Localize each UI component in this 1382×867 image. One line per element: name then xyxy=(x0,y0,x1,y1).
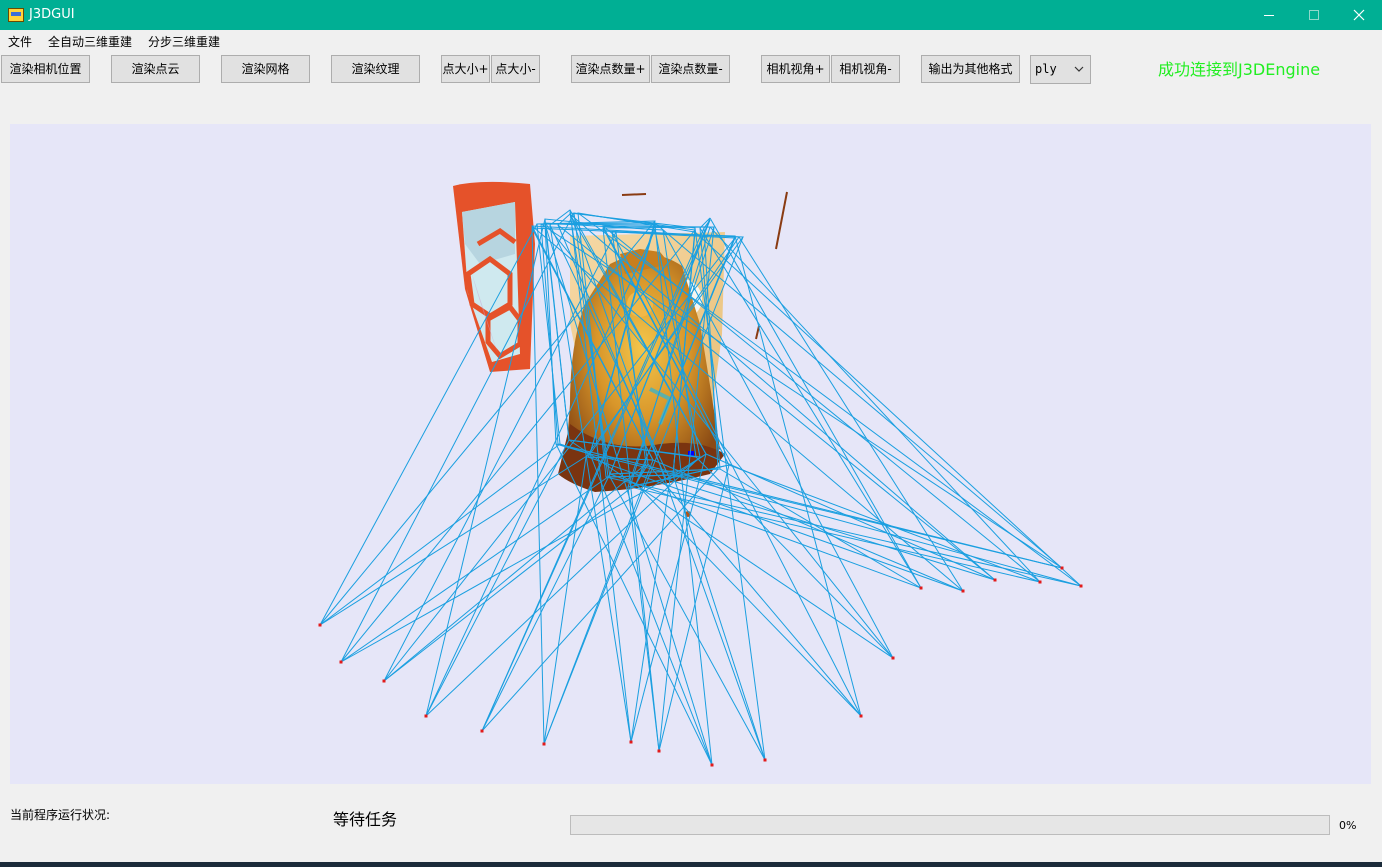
export-button[interactable]: 输出为其他格式 xyxy=(921,55,1020,83)
camera-center-point xyxy=(1038,580,1042,584)
camera-frustums xyxy=(319,209,1082,766)
format-select[interactable]: ply xyxy=(1030,55,1091,84)
frustum-edge xyxy=(557,443,1063,569)
minimize-button[interactable] xyxy=(1246,0,1292,30)
fov-minus-button[interactable]: 相机视角- xyxy=(831,55,900,83)
camera-center-point xyxy=(542,742,546,746)
frustum-edge xyxy=(531,227,545,745)
frustum-edge xyxy=(699,227,922,589)
frustum-edge xyxy=(665,478,996,581)
camera-center-point xyxy=(480,729,484,733)
camera-center-point xyxy=(763,758,767,762)
fov-plus-button[interactable]: 相机视角+ xyxy=(761,55,830,83)
menu-file[interactable]: 文件 xyxy=(8,34,32,50)
point-count-minus-button[interactable]: 渲染点数量- xyxy=(651,55,730,83)
status-value: 等待任务 xyxy=(333,810,398,829)
frustum-edge xyxy=(605,476,1082,587)
frustum-edge xyxy=(340,474,674,663)
progress-text: 0% xyxy=(1339,819,1357,832)
menu-auto-reconstruction[interactable]: 全自动三维重建 xyxy=(48,34,132,50)
render-camera-button[interactable]: 渲染相机位置 xyxy=(1,55,90,83)
frustum-edge xyxy=(587,456,964,592)
frustum-edge xyxy=(543,456,587,745)
chevron-down-icon xyxy=(1074,66,1084,72)
window-frame-mesh xyxy=(453,181,535,372)
camera-center-point xyxy=(339,660,343,664)
frustum-edge xyxy=(383,483,637,682)
menu-bar: 文件 全自动三维重建 分步三维重建 xyxy=(0,30,1382,54)
app-icon xyxy=(8,8,24,22)
frustum-edge xyxy=(728,464,1041,583)
camera-center-point xyxy=(859,714,863,718)
frustum-edge xyxy=(425,456,701,717)
window-title: J3DGUI xyxy=(29,7,75,22)
close-icon xyxy=(1353,9,1365,21)
render-pointcloud-button[interactable]: 渲染点云 xyxy=(111,55,200,83)
close-button[interactable] xyxy=(1336,0,1382,30)
frustum-edge xyxy=(555,443,713,766)
frustum-edge xyxy=(635,483,862,717)
camera-center-point xyxy=(657,749,661,753)
camera-center-point xyxy=(382,679,386,683)
status-label: 当前程序运行状况: xyxy=(10,808,111,822)
camera-center-point xyxy=(919,586,923,590)
format-select-value: ply xyxy=(1035,62,1057,76)
camera-center-point xyxy=(318,623,322,627)
title-bar: J3DGUI xyxy=(0,0,1382,30)
menu-step-reconstruction[interactable]: 分步三维重建 xyxy=(148,34,220,50)
maximize-button[interactable] xyxy=(1291,0,1337,30)
camera-center-point xyxy=(424,714,428,718)
frustum-edge xyxy=(481,473,611,732)
camera-center-point xyxy=(1060,566,1064,570)
render-mesh-button[interactable]: 渲染网格 xyxy=(221,55,310,83)
camera-center-point xyxy=(629,740,633,744)
frustum-edge xyxy=(719,468,922,589)
camera-center-point xyxy=(1079,584,1083,588)
point-size-minus-button[interactable]: 点大小- xyxy=(491,55,540,83)
camera-center-point xyxy=(993,578,997,582)
frustum-edge xyxy=(425,439,570,717)
point-size-plus-button[interactable]: 点大小+ xyxy=(441,55,490,83)
connection-status: 成功连接到J3DEngine xyxy=(1158,60,1321,79)
minimize-icon xyxy=(1264,15,1274,16)
camera-center-point xyxy=(891,656,895,660)
camera-center-point xyxy=(710,763,714,767)
progress-bar xyxy=(570,815,1330,835)
scene-canvas[interactable] xyxy=(10,124,1371,784)
frustum-edge xyxy=(340,476,609,663)
render-viewport[interactable] xyxy=(10,124,1371,784)
camera-center-point xyxy=(961,589,965,593)
frustum-edge xyxy=(734,235,862,717)
point-count-plus-button[interactable]: 渲染点数量+ xyxy=(571,55,650,83)
frustum-edge xyxy=(340,212,575,663)
taskbar-strip xyxy=(0,862,1382,867)
maximize-icon xyxy=(1309,10,1319,20)
render-texture-button[interactable]: 渲染纹理 xyxy=(331,55,420,83)
